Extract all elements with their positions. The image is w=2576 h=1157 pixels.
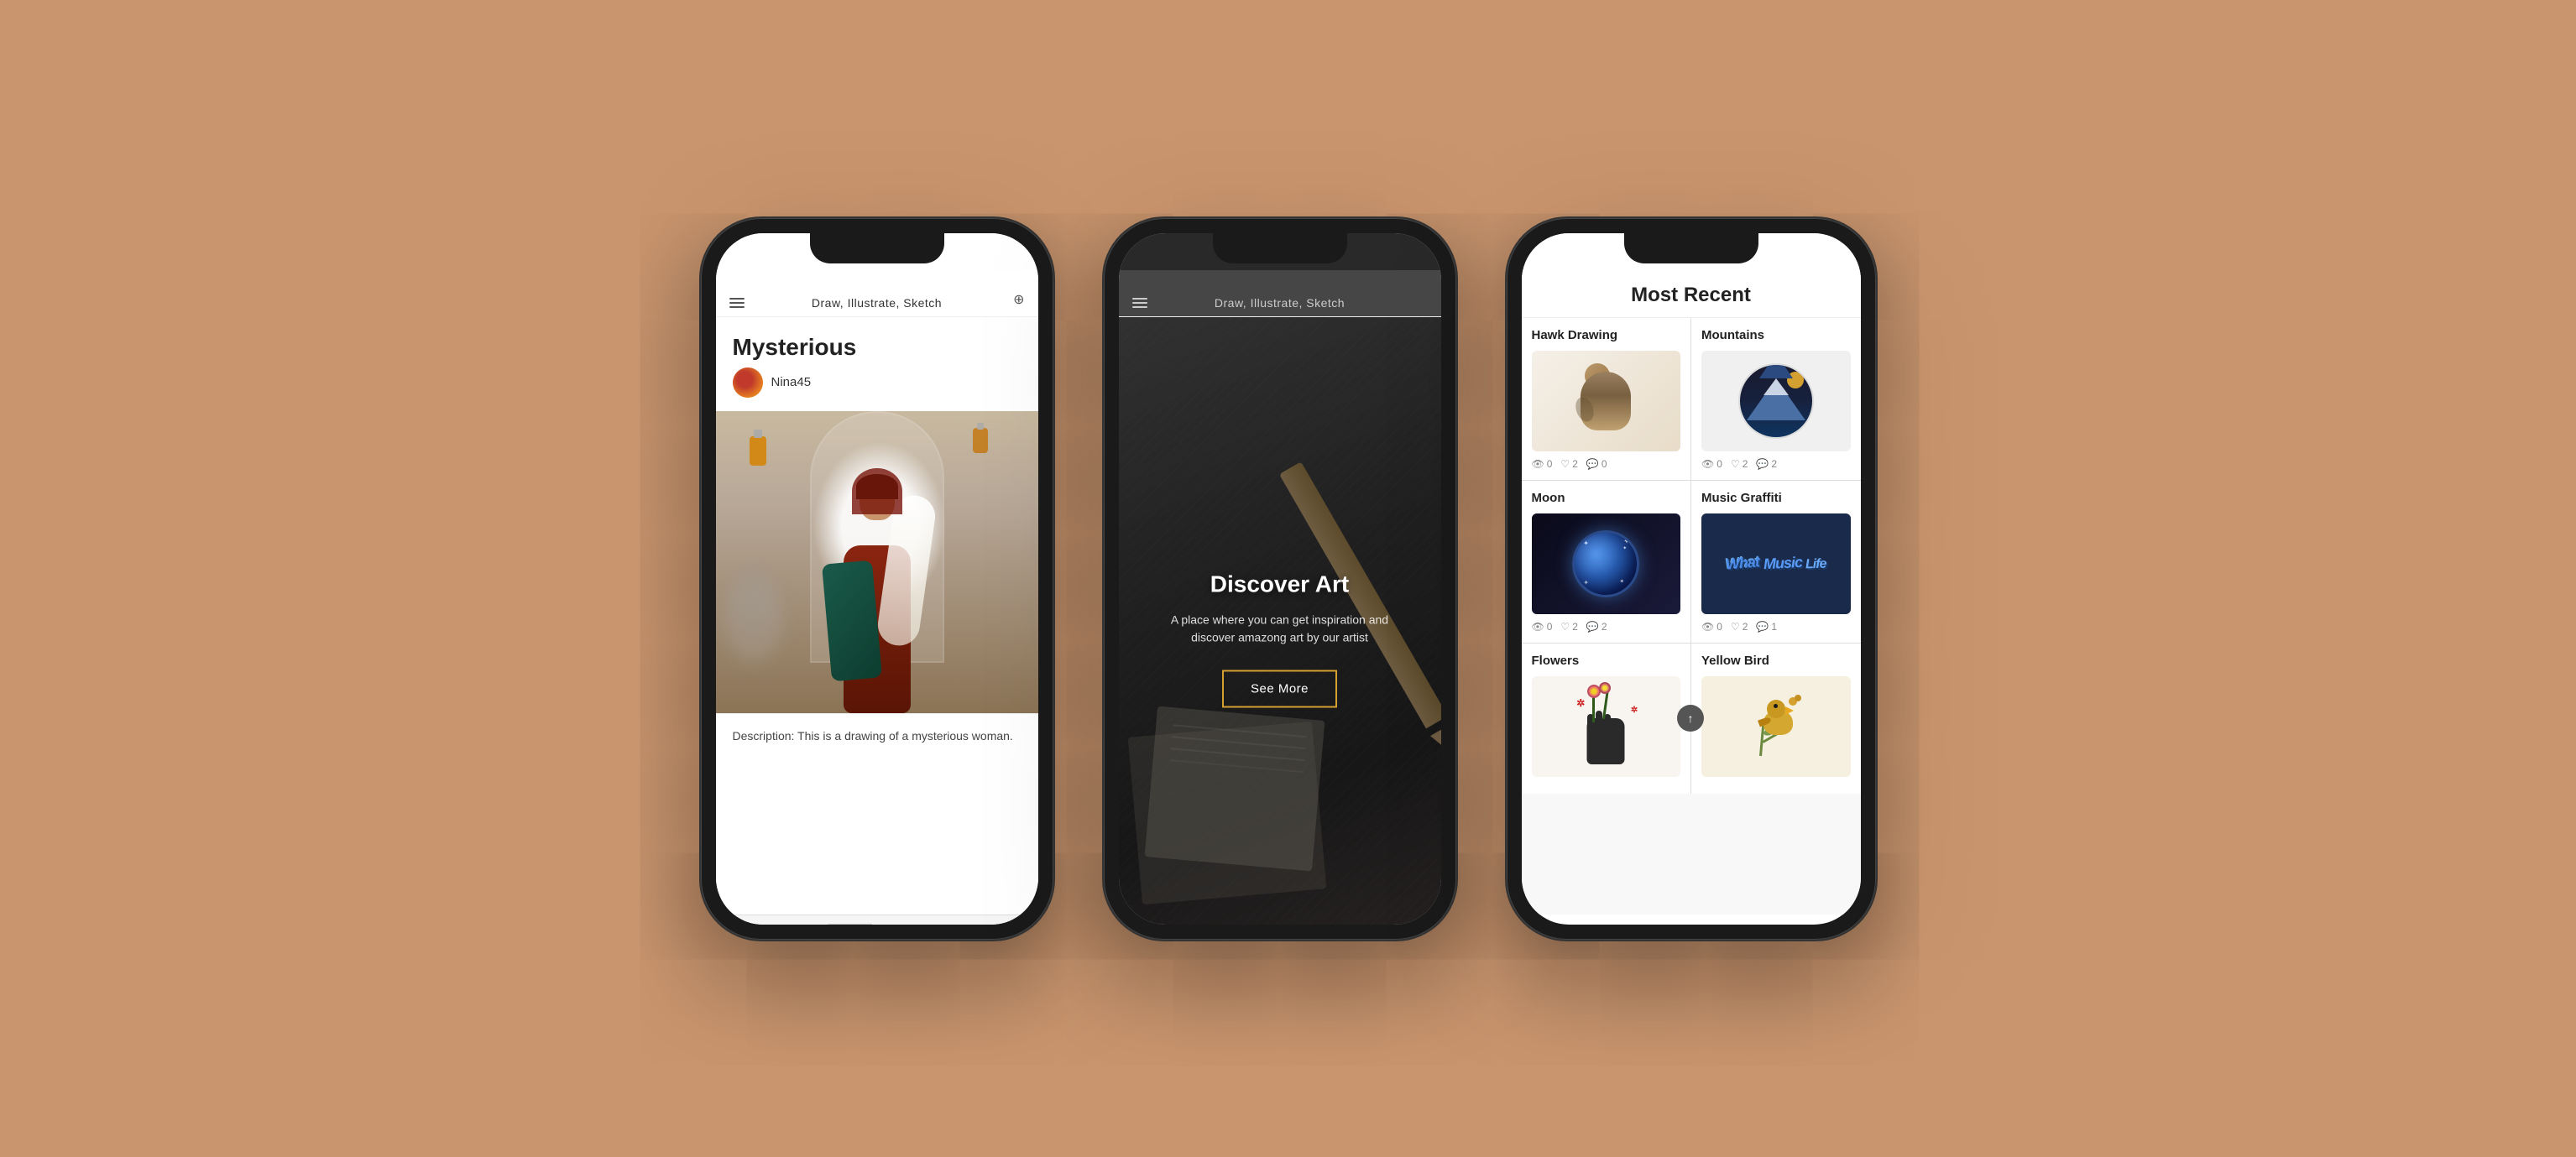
lantern-2	[973, 428, 988, 453]
art-card-title-moon: Moon	[1532, 491, 1681, 505]
heart-icon: ♡	[1560, 458, 1570, 470]
notch-1	[810, 233, 944, 263]
art-thumbnail-flowers: ✲ ✲	[1532, 676, 1681, 777]
flowers-art: ✲ ✲	[1572, 689, 1639, 764]
art-card-title-mountains: Mountains	[1701, 328, 1851, 342]
art-thumbnail-mountains	[1701, 351, 1851, 451]
graffiti-text-line3: Life	[1805, 556, 1826, 571]
notch-3	[1624, 233, 1758, 263]
eye-icon-g: 👁	[1701, 621, 1714, 633]
phone3-content: Most Recent Hawk Drawing	[1522, 270, 1861, 915]
eye-icon-mo: 👁	[1532, 621, 1544, 633]
views-mountains: 👁 0	[1701, 458, 1722, 470]
app-header-2: Draw, Illustrate, Sketch	[1119, 270, 1441, 317]
woman-figure	[818, 461, 936, 713]
lantern-1	[750, 436, 766, 466]
hamburger-icon-2[interactable]	[1132, 298, 1147, 308]
post-title: Mysterious	[716, 317, 1038, 367]
likes-graffiti: ♡ 2	[1731, 621, 1748, 633]
art-grid: Hawk Drawing 👁 0	[1522, 318, 1861, 794]
phone1-content: Mysterious Nina45	[716, 317, 1038, 925]
heart-icon-g: ♡	[1731, 621, 1740, 633]
art-card-title-hawk: Hawk Drawing	[1532, 328, 1681, 342]
art-stats-moon: 👁 0 ♡ 2 💬 2	[1532, 621, 1681, 633]
phone-1: Draw, Illustrate, Sketch ⊕ Mysterious Ni…	[701, 218, 1053, 940]
likes-moon: ♡ 2	[1560, 621, 1577, 633]
header-title-1: Draw, Illustrate, Sketch	[812, 296, 942, 310]
views-moon: 👁 0	[1532, 621, 1553, 633]
art-thumbnail-moon: ✦ ✦ ✦	[1532, 513, 1681, 614]
views-graffiti: 👁 0	[1701, 621, 1722, 633]
comment-icon: 💬	[1586, 458, 1599, 470]
art-card-yellow-bird[interactable]: Yellow Bird	[1691, 644, 1861, 794]
art-stats-graffiti: 👁 0 ♡ 2 💬 1	[1701, 621, 1851, 633]
hamburger-icon-1[interactable]	[729, 298, 745, 308]
description-text: Description: This is a drawing of a myst…	[716, 713, 1038, 758]
graffiti-art: What Music Life	[1726, 555, 1826, 572]
art-card-flowers[interactable]: Flowers	[1522, 644, 1691, 794]
artwork-image	[716, 411, 1038, 713]
comment-icon-mo: 💬	[1586, 621, 1599, 633]
comments-moon: 💬 2	[1586, 621, 1607, 633]
phones-container: Draw, Illustrate, Sketch ⊕ Mysterious Ni…	[0, 0, 2576, 1157]
phone2-content: Discover Art A place where you can get i…	[1119, 317, 1441, 925]
eye-icon-m: 👁	[1701, 458, 1714, 470]
heart-icon-m: ♡	[1731, 458, 1740, 470]
hero-text-container: Discover Art A place where you can get i…	[1163, 571, 1398, 707]
art-card-title-yellow-bird: Yellow Bird	[1701, 654, 1851, 668]
most-recent-header: Most Recent	[1522, 270, 1861, 318]
app-header-1: Draw, Illustrate, Sketch ⊕	[716, 270, 1038, 317]
comments-graffiti: 💬 1	[1756, 621, 1777, 633]
author-row: Nina45	[716, 367, 1038, 411]
phone-3: Most Recent Hawk Drawing	[1507, 218, 1876, 940]
notch-2	[1213, 233, 1347, 263]
search-icon-1[interactable]: ⊕	[1013, 291, 1024, 308]
mysterious-art	[716, 411, 1038, 713]
art-thumbnail-hawk	[1532, 351, 1681, 451]
smoke-2	[733, 562, 775, 629]
comment-icon-m: 💬	[1756, 458, 1769, 470]
mountain-circle	[1738, 363, 1814, 439]
graffiti-text-line2: Music	[1763, 554, 1802, 572]
phone-2: Draw, Illustrate, Sketch Dis	[1104, 218, 1456, 940]
header-title-2: Draw, Illustrate, Sketch	[1215, 296, 1345, 310]
art-card-title-flowers: Flowers	[1532, 654, 1681, 668]
moon-art: ✦ ✦ ✦	[1572, 530, 1639, 597]
heart-icon-mo: ♡	[1560, 621, 1570, 633]
eye-icon: 👁	[1532, 458, 1544, 470]
author-name: Nina45	[771, 375, 812, 389]
scroll-up-button[interactable]: ↑	[1677, 705, 1704, 732]
graffiti-text-line1: What	[1725, 554, 1760, 573]
comments-mountains: 💬 2	[1756, 458, 1777, 470]
likes-mountains: ♡ 2	[1731, 458, 1748, 470]
action-bar: ♡ 2 Like it!	[716, 915, 1038, 925]
views-hawk: 👁 0	[1532, 458, 1553, 470]
likes-hawk: ♡ 2	[1560, 458, 1577, 470]
art-card-hawk[interactable]: Hawk Drawing 👁 0	[1522, 318, 1691, 480]
hawk-figure	[1572, 363, 1639, 439]
discover-title: Discover Art	[1163, 571, 1398, 597]
art-card-graffiti[interactable]: Music Graffiti What Music Life 👁 0 ♡ 2 �	[1691, 481, 1861, 643]
art-card-mountains[interactable]: Mountains 👁 0 ♡ 2 💬	[1691, 318, 1861, 480]
art-card-moon[interactable]: Moon ✦ ✦ ✦ 👁 0	[1522, 481, 1691, 643]
art-stats-mountains: 👁 0 ♡ 2 💬 2	[1701, 458, 1851, 470]
discover-subtitle: A place where you can get inspiration an…	[1163, 611, 1398, 646]
comments-hawk: 💬 0	[1586, 458, 1607, 470]
see-more-button[interactable]: See More	[1222, 670, 1337, 707]
art-thumbnail-yellow-bird	[1701, 676, 1851, 777]
art-stats-hawk: 👁 0 ♡ 2 💬 0	[1532, 458, 1681, 470]
art-thumbnail-graffiti: What Music Life	[1701, 513, 1851, 614]
comment-icon-g: 💬	[1756, 621, 1769, 633]
most-recent-title: Most Recent	[1539, 284, 1844, 307]
art-card-title-graffiti: Music Graffiti	[1701, 491, 1851, 505]
like-count-button[interactable]: ♡ 2	[826, 924, 872, 925]
yellow-bird-figure	[1747, 693, 1805, 760]
author-avatar	[733, 367, 763, 398]
